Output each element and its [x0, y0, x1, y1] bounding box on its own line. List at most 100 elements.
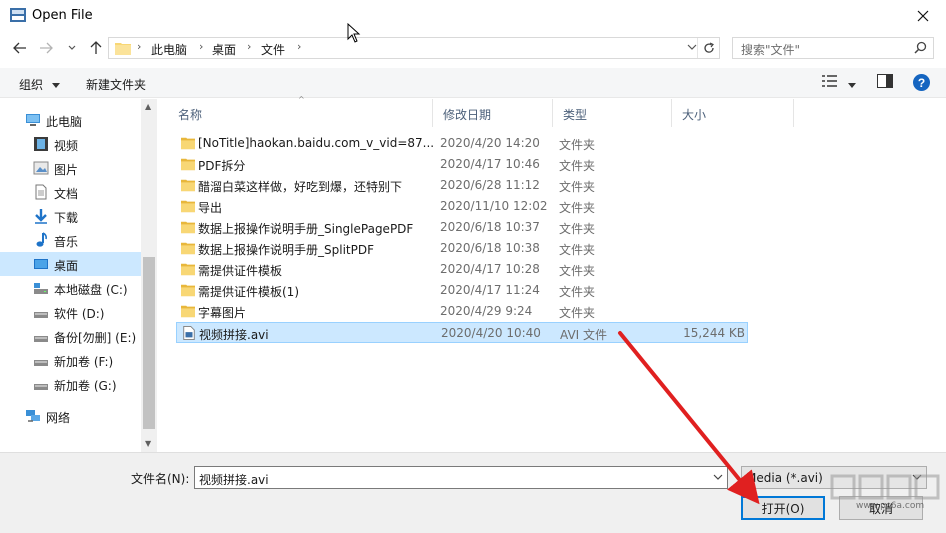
chevron-down-icon[interactable] — [687, 41, 697, 53]
breadcrumb-files[interactable]: 文件 — [261, 41, 285, 58]
file-type: AVI 文件 — [560, 328, 608, 342]
close-button[interactable] — [900, 0, 946, 32]
file-type: 文件夹 — [559, 159, 596, 173]
sidebar-item-drive-f[interactable]: 新加卷 (F:) — [0, 348, 141, 372]
forward-button[interactable] — [36, 38, 56, 58]
list-item[interactable]: 导出 2020/11/10 12:02 文件夹 — [176, 196, 748, 217]
organize-menu[interactable]: 组织 — [19, 76, 60, 93]
sidebar-item-label: 文档 — [54, 187, 79, 201]
column-header-name[interactable]: ^ 名称 — [168, 95, 433, 127]
file-name: PDF拆分 — [198, 159, 246, 173]
file-date: 2020/4/20 14:20 — [440, 136, 540, 150]
list-item-selected[interactable]: 视频拼接.avi 2020/4/20 10:40 AVI 文件 15,244 K… — [176, 322, 748, 343]
desktop-icon — [34, 259, 48, 269]
file-name: 数据上报操作说明手册_SplitPDF — [198, 243, 374, 257]
file-type: 文件夹 — [559, 222, 596, 236]
list-item[interactable]: 需提供证件模板 2020/4/17 10:28 文件夹 — [176, 259, 748, 280]
sidebar-item-pictures[interactable]: 图片 — [0, 156, 141, 180]
network-icon — [26, 410, 40, 422]
view-options-button[interactable] — [822, 74, 838, 91]
column-header-date[interactable]: 修改日期 — [433, 99, 553, 127]
close-icon — [917, 10, 929, 22]
mouse-cursor-icon — [347, 23, 361, 43]
preview-pane-icon — [877, 74, 893, 88]
sidebar-item-label: 本地磁盘 (C:) — [54, 283, 128, 297]
documents-icon — [35, 184, 47, 200]
sidebar-item-label: 软件 (D:) — [54, 307, 105, 321]
open-button[interactable]: 打开(O) — [741, 496, 825, 520]
list-item[interactable]: PDF拆分 2020/4/17 10:46 文件夹 — [176, 154, 748, 175]
breadcrumb-desktop[interactable]: 桌面 — [212, 41, 236, 58]
refresh-icon — [703, 42, 714, 53]
file-size: 15,244 KB — [683, 326, 745, 340]
help-button[interactable]: ? — [913, 74, 930, 94]
file-type: 文件夹 — [559, 243, 596, 257]
list-item[interactable]: 醋溜白菜这样做，好吃到爆，还特别下 2020/6/28 11:12 文件夹 — [176, 175, 748, 196]
breadcrumb-separator: › — [247, 40, 252, 53]
view-dropdown-button[interactable] — [848, 78, 856, 92]
sidebar-item-label: 桌面 — [54, 259, 79, 273]
sidebar-scrollbar[interactable]: ▲ ▼ — [141, 99, 157, 452]
sidebar-item-label: 此电脑 — [46, 115, 83, 129]
sidebar-item-drive-g[interactable]: 新加卷 (G:) — [0, 372, 141, 396]
sidebar-item-network[interactable]: 网络 — [0, 404, 141, 428]
folder-icon — [181, 263, 195, 276]
up-button[interactable] — [86, 38, 106, 58]
filename-value[interactable]: 视频拼接.avi — [199, 471, 269, 488]
list-item[interactable]: [NoTitle]haokan.baidu.com_v_vid=87... 20… — [176, 133, 748, 154]
file-type: 文件夹 — [559, 180, 596, 194]
list-item[interactable]: 数据上报操作说明手册_SinglePagePDF 2020/6/18 10:37… — [176, 217, 748, 238]
dialog-footer: 文件名(N): 视频拼接.avi Media (*.avi) 打开(O) 取消 — [0, 452, 946, 533]
drive-icon — [34, 384, 48, 390]
folder-icon — [181, 179, 195, 192]
window-title: Open File — [32, 8, 93, 23]
file-type: 文件夹 — [559, 201, 596, 215]
sidebar-item-drive-d[interactable]: 软件 (D:) — [0, 300, 141, 324]
scrollbar-thumb[interactable] — [143, 257, 155, 429]
file-type: 文件夹 — [559, 264, 596, 278]
title-bar: Open File — [0, 0, 946, 32]
scroll-up-icon[interactable]: ▲ — [145, 102, 151, 111]
address-bar[interactable]: › 此电脑 › 桌面 › 文件 › — [108, 37, 720, 59]
download-icon — [35, 209, 47, 224]
preview-pane-button[interactable] — [877, 74, 893, 91]
file-type: 文件夹 — [559, 285, 596, 299]
computer-icon — [26, 114, 40, 126]
sidebar-item-videos[interactable]: 视频 — [0, 132, 141, 156]
chevron-down-icon[interactable] — [713, 471, 723, 483]
refresh-button[interactable] — [697, 38, 719, 58]
back-button[interactable] — [10, 38, 30, 58]
sidebar-item-label: 音乐 — [54, 235, 79, 249]
drive-icon — [34, 312, 48, 318]
new-folder-button[interactable]: 新建文件夹 — [86, 76, 146, 93]
breadcrumb-this-pc[interactable]: 此电脑 — [151, 41, 187, 58]
list-item[interactable]: 字幕图片 2020/4/29 9:24 文件夹 — [176, 301, 748, 322]
scroll-down-icon[interactable]: ▼ — [145, 439, 151, 448]
file-type-filter-value: Media (*.avi) — [746, 471, 823, 485]
sidebar-item-documents[interactable]: 文档 — [0, 180, 141, 204]
breadcrumb-separator: › — [137, 40, 142, 53]
sidebar-item-downloads[interactable]: 下载 — [0, 204, 141, 228]
file-date: 2020/4/20 10:40 — [441, 326, 541, 340]
app-icon — [10, 8, 26, 22]
file-name: 字幕图片 — [198, 306, 247, 320]
column-header-size[interactable]: 大小 — [672, 99, 794, 127]
list-item[interactable]: 数据上报操作说明手册_SplitPDF 2020/6/18 10:38 文件夹 — [176, 238, 748, 259]
search-box[interactable]: 搜索"文件" — [732, 37, 934, 59]
sidebar-item-desktop[interactable]: 桌面 — [0, 252, 141, 276]
sidebar-item-music[interactable]: 音乐 — [0, 228, 141, 252]
file-date: 2020/4/17 11:24 — [440, 283, 540, 297]
column-header-type[interactable]: 类型 — [553, 99, 672, 127]
video-file-icon — [183, 326, 195, 340]
sidebar-item-this-pc[interactable]: 此电脑 — [0, 108, 141, 132]
list-item[interactable]: 需提供证件模板(1) 2020/4/17 11:24 文件夹 — [176, 280, 748, 301]
sidebar-item-drive-e[interactable]: 备份[勿删] (E:) — [0, 324, 141, 348]
sidebar-item-drive-c[interactable]: 本地磁盘 (C:) — [0, 276, 141, 300]
folder-icon — [181, 242, 195, 255]
filename-field[interactable]: 视频拼接.avi — [194, 466, 728, 489]
pictures-icon — [33, 161, 49, 175]
recent-locations-button[interactable] — [62, 38, 82, 58]
search-input[interactable]: 搜索"文件" — [741, 41, 800, 58]
video-icon — [34, 137, 48, 151]
chevron-down-icon — [68, 45, 76, 50]
